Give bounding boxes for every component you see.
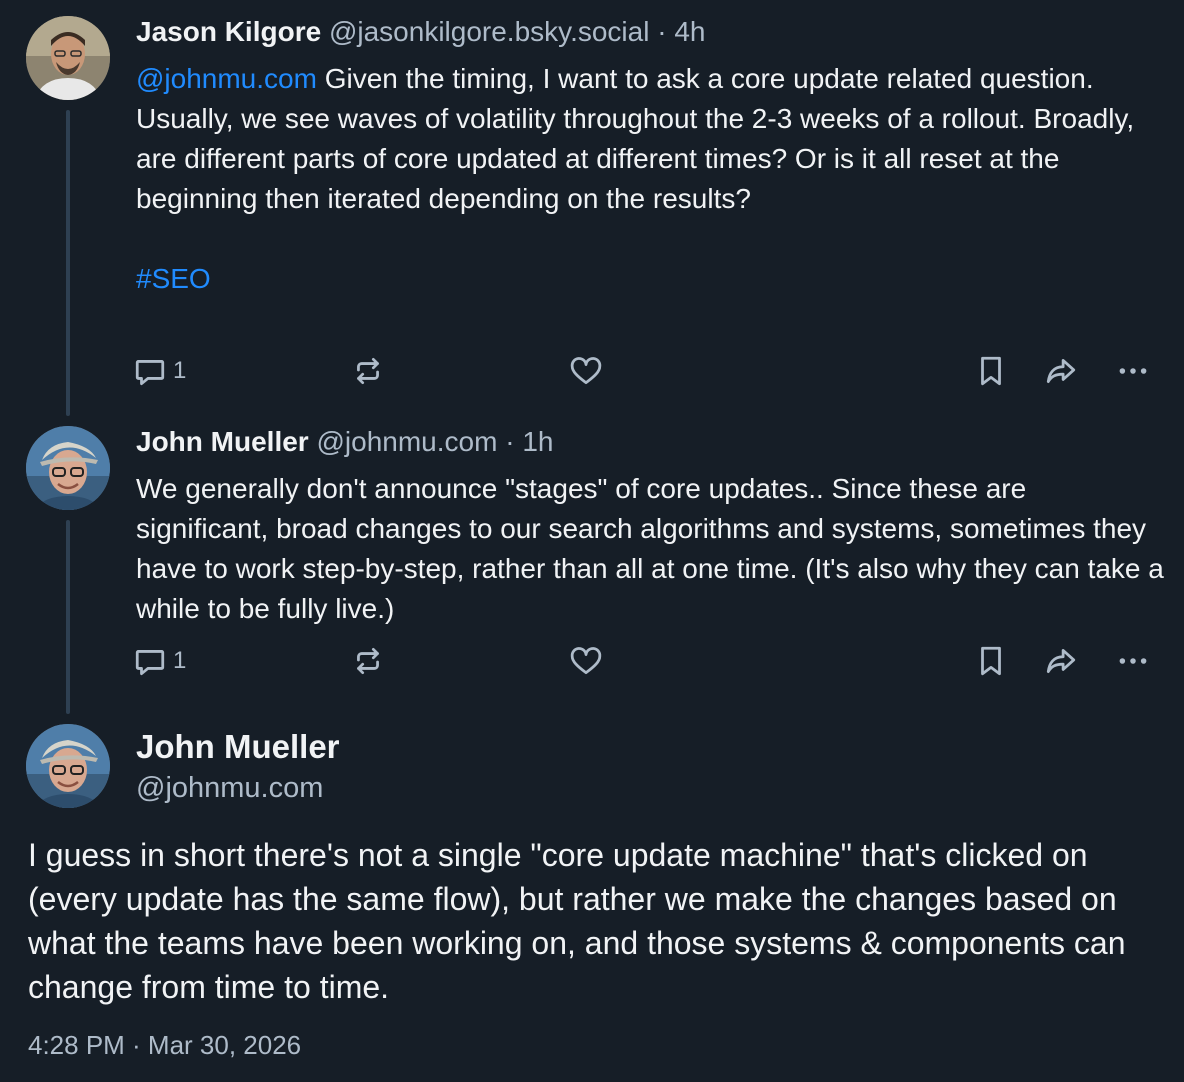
reply-count: 1 [173,357,187,384]
share-icon [1044,354,1078,388]
reply-icon [133,354,167,388]
share-button[interactable] [1044,644,1078,678]
separator: · [657,16,667,47]
bookmark-icon [974,354,1008,388]
repost-button[interactable] [351,354,385,388]
author-name[interactable]: John Mueller [136,728,340,766]
post-header: John Mueller @johnmu.com · 1h [136,426,553,458]
author-handle[interactable]: @johnmu.com [136,772,323,805]
reply-button[interactable]: 1 [133,644,186,678]
like-button[interactable] [569,354,603,388]
avatar-jason-icon [26,16,110,100]
more-options-button[interactable] [1116,354,1150,388]
author-handle[interactable]: @johnmu.com [316,426,497,457]
bookmark-button[interactable] [974,644,1008,678]
post-body: We generally don't announce "stages" of … [136,473,1164,624]
more-icon [1116,354,1150,388]
reply-button[interactable]: 1 [133,354,186,388]
repost-button[interactable] [351,644,385,678]
thread-post-1[interactable]: Jason Kilgore @jasonkilgore.bsky.social … [0,0,1184,416]
post-header: Jason Kilgore @jasonkilgore.bsky.social … [136,16,705,48]
author-name[interactable]: John Mueller [136,426,309,457]
avatar[interactable] [26,724,110,808]
avatar[interactable] [26,426,110,510]
more-options-button[interactable] [1116,644,1150,678]
mention-link[interactable]: @johnmu.com [136,63,317,94]
avatar-john-icon [26,426,110,510]
focused-post: John Mueller @johnmu.com I guess in shor… [0,720,1184,1082]
thread-post-2[interactable]: John Mueller @johnmu.com · 1h We general… [0,416,1184,714]
heart-icon [569,644,603,678]
heart-icon [569,354,603,388]
separator: · [505,426,515,457]
share-icon [1044,644,1078,678]
post-time[interactable]: 4h [674,16,705,47]
repost-icon [351,644,385,678]
more-icon [1116,644,1150,678]
like-button[interactable] [569,644,603,678]
avatar[interactable] [26,16,110,100]
bookmark-icon [974,644,1008,678]
post-timestamp[interactable]: 4:28 PM · Mar 30, 2026 [28,1030,301,1061]
reply-count: 1 [173,647,187,674]
post-actions: 1 [133,354,1163,394]
avatar-john-icon [26,724,110,808]
author-name[interactable]: Jason Kilgore [136,16,321,47]
post-time[interactable]: 1h [522,426,553,457]
post-text: We generally don't announce "stages" of … [136,469,1166,629]
hashtag-link[interactable]: #SEO [136,263,211,294]
thread-connector-line [66,110,70,416]
post-actions: 1 [133,644,1163,684]
repost-icon [351,354,385,388]
thread-connector-line [66,520,70,714]
post-body: I guess in short there's not a single "c… [28,837,1126,1005]
post-text: @johnmu.com Given the timing, I want to … [136,59,1166,299]
share-button[interactable] [1044,354,1078,388]
bookmark-button[interactable] [974,354,1008,388]
author-handle[interactable]: @jasonkilgore.bsky.social [329,16,649,47]
reply-icon [133,644,167,678]
